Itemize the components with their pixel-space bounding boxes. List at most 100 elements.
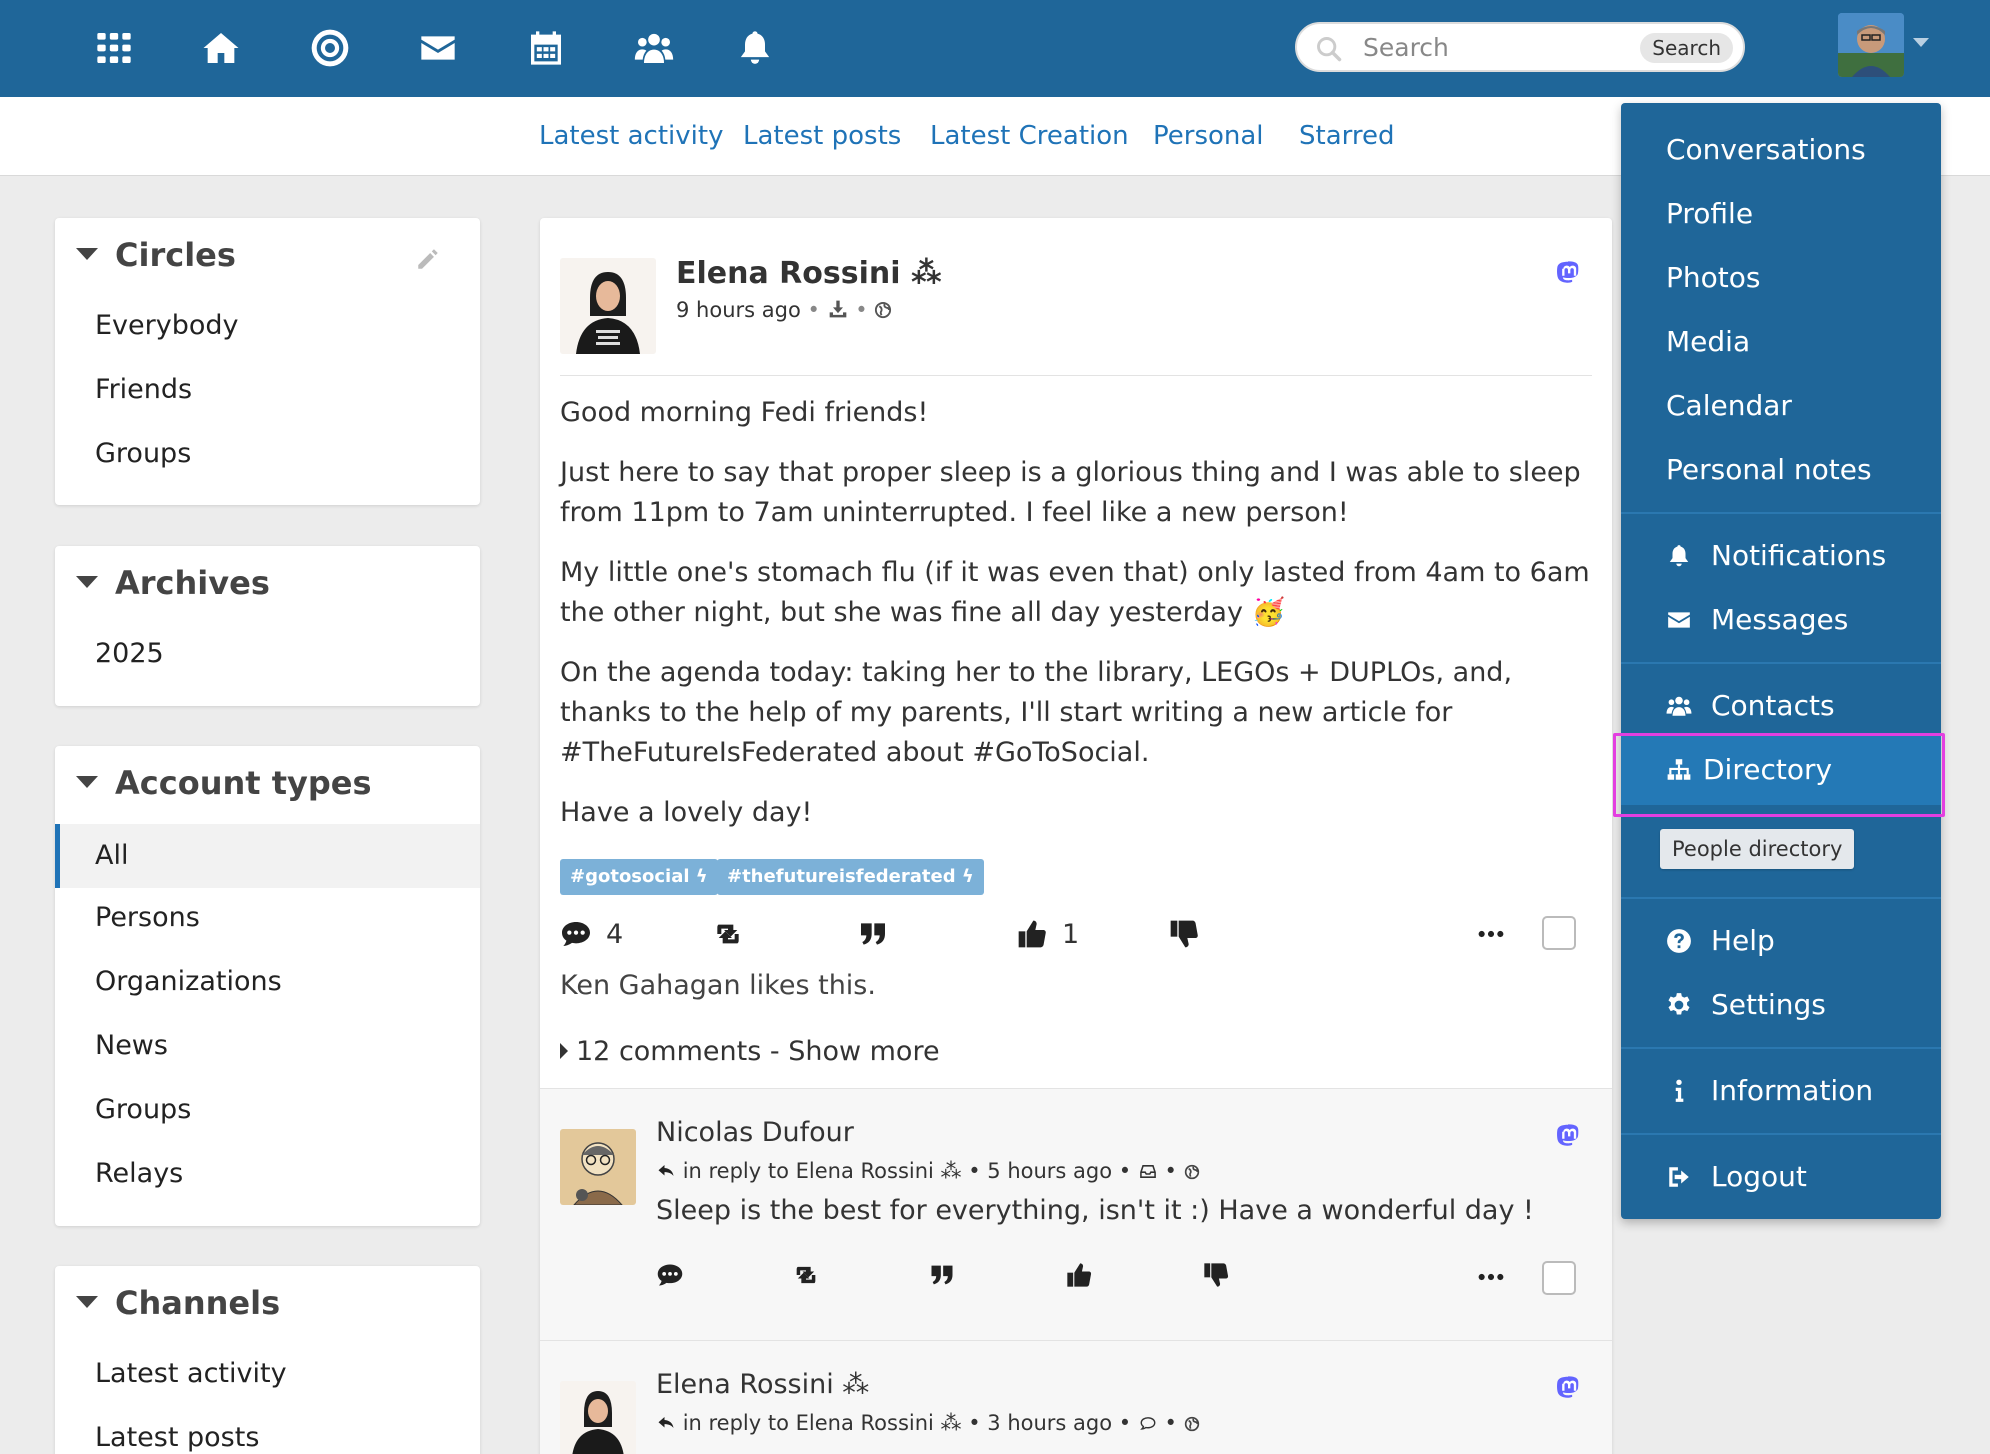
calendar-icon[interactable] bbox=[524, 26, 568, 70]
group-icon[interactable] bbox=[632, 26, 676, 70]
ellipsis-icon bbox=[1478, 1273, 1504, 1281]
bell-icon[interactable] bbox=[733, 26, 777, 70]
bell-icon bbox=[1669, 545, 1689, 567]
menu-item-settings[interactable]: Settings bbox=[1621, 977, 1941, 1033]
menu-item-label: Contacts bbox=[1711, 689, 1835, 722]
user-avatar[interactable] bbox=[1838, 13, 1904, 77]
post-meta: 9 hours ago • • bbox=[676, 298, 892, 322]
circles-item-groups[interactable]: Groups bbox=[55, 426, 480, 482]
caret-down-icon[interactable] bbox=[76, 1296, 98, 1308]
comment-like-button[interactable] bbox=[1065, 1261, 1093, 1289]
tag-gotosocial[interactable]: #gotosocial ϟ bbox=[560, 859, 718, 895]
chevron-down-icon[interactable] bbox=[1913, 38, 1929, 47]
reply-icon bbox=[658, 1165, 674, 1176]
comment-button[interactable]: 4 bbox=[560, 918, 623, 950]
post-time[interactable]: 9 hours ago bbox=[676, 298, 801, 322]
archives-item-2025[interactable]: 2025 bbox=[55, 626, 480, 682]
directory-tooltip: People directory bbox=[1660, 829, 1855, 869]
globe-icon bbox=[1184, 1416, 1199, 1432]
tag-thefutureisfederated[interactable]: #thefutureisfederated ϟ bbox=[717, 859, 984, 895]
account-type-persons[interactable]: Persons bbox=[55, 890, 480, 946]
menu-item-information[interactable]: Information bbox=[1621, 1063, 1941, 1119]
tab-latest-activity[interactable]: Latest activity bbox=[539, 121, 723, 151]
menu-item-notifications[interactable]: Notifications bbox=[1621, 528, 1941, 584]
quote-button[interactable] bbox=[857, 918, 889, 950]
post-author-avatar[interactable] bbox=[560, 258, 656, 354]
menu-item-logout[interactable]: Logout bbox=[1621, 1149, 1941, 1205]
menu-item-conversations[interactable]: Conversations bbox=[1621, 122, 1941, 178]
circles-item-everybody[interactable]: Everybody bbox=[55, 298, 480, 354]
mastodon-icon[interactable] bbox=[1554, 260, 1582, 288]
comment-share-button[interactable] bbox=[792, 1261, 820, 1289]
menu-item-messages[interactable]: Messages bbox=[1621, 592, 1941, 648]
apps-grid-icon[interactable] bbox=[92, 26, 136, 70]
menu-item-media[interactable]: Media bbox=[1621, 314, 1941, 370]
caret-down-icon[interactable] bbox=[76, 776, 98, 788]
channel-latest-activity[interactable]: Latest activity bbox=[55, 1346, 480, 1402]
envelope-icon[interactable] bbox=[416, 26, 460, 70]
menu-item-photos[interactable]: Photos bbox=[1621, 250, 1941, 306]
thumbs-up-icon bbox=[1067, 1263, 1092, 1287]
mastodon-icon[interactable] bbox=[1554, 1375, 1582, 1403]
tab-starred[interactable]: Starred bbox=[1299, 121, 1394, 151]
menu-item-label: Notifications bbox=[1711, 539, 1887, 572]
comment-reply-button[interactable] bbox=[656, 1261, 684, 1289]
archives-header[interactable]: Archives bbox=[55, 546, 480, 616]
comment-dislike-button[interactable] bbox=[1202, 1261, 1230, 1289]
account-type-organizations[interactable]: Organizations bbox=[55, 954, 480, 1010]
tab-personal[interactable]: Personal bbox=[1153, 121, 1264, 151]
channels-header[interactable]: Channels bbox=[55, 1266, 480, 1336]
comment-count: 4 bbox=[606, 918, 624, 950]
top-navbar: Search bbox=[0, 0, 1990, 97]
post-author-name[interactable]: Elena Rossini ⁂ bbox=[676, 256, 942, 291]
select-checkbox[interactable] bbox=[1542, 916, 1576, 950]
tab-latest-posts[interactable]: Latest posts bbox=[743, 121, 901, 151]
account-type-news[interactable]: News bbox=[55, 1018, 480, 1074]
tab-latest-creation[interactable]: Latest Creation bbox=[930, 121, 1129, 151]
channel-latest-posts[interactable]: Latest posts bbox=[55, 1410, 480, 1454]
account-type-relays[interactable]: Relays bbox=[55, 1146, 480, 1202]
meta-separator: • bbox=[855, 298, 875, 322]
reply-to-label[interactable]: in reply to Elena Rossini ⁂ bbox=[683, 1411, 962, 1435]
archives-widget: Archives 2025 bbox=[55, 546, 480, 706]
target-icon[interactable] bbox=[308, 26, 352, 70]
comment-time[interactable]: 5 hours ago bbox=[987, 1159, 1112, 1183]
comment-meta: in reply to Elena Rossini ⁂ • 5 hours ag… bbox=[656, 1159, 1200, 1183]
menu-item-personal-notes[interactable]: Personal notes bbox=[1621, 442, 1941, 498]
like-button[interactable]: 1 bbox=[1016, 918, 1079, 950]
comment-quote-button[interactable] bbox=[928, 1261, 956, 1289]
dislike-button[interactable] bbox=[1168, 918, 1200, 950]
comment-author-name[interactable]: Nicolas Dufour bbox=[656, 1117, 854, 1148]
caret-down-icon[interactable] bbox=[76, 248, 98, 260]
mastodon-icon[interactable] bbox=[1554, 1123, 1582, 1151]
more-options-button[interactable] bbox=[1475, 918, 1507, 950]
user-dropdown-menu: Conversations Profile Photos Media Calen… bbox=[1621, 103, 1941, 1219]
circles-header[interactable]: Circles bbox=[55, 218, 480, 288]
post-body: Good morning Fedi friends! Just here to … bbox=[560, 393, 1600, 853]
comment-select-checkbox[interactable] bbox=[1542, 1261, 1576, 1295]
comment-more-button[interactable] bbox=[1475, 1261, 1507, 1293]
account-type-all[interactable]: All bbox=[55, 824, 480, 888]
show-more-comments[interactable]: 12 comments - Show more bbox=[560, 1036, 940, 1067]
speech-bubble-icon bbox=[1140, 1417, 1156, 1430]
menu-item-label: Messages bbox=[1711, 603, 1849, 636]
comment-author-name[interactable]: Elena Rossini ⁂ bbox=[656, 1369, 869, 1400]
search-input[interactable] bbox=[1363, 32, 1633, 62]
account-type-groups[interactable]: Groups bbox=[55, 1082, 480, 1138]
account-types-header[interactable]: Account types bbox=[55, 746, 480, 816]
menu-item-help[interactable]: Help bbox=[1621, 913, 1941, 969]
menu-item-calendar[interactable]: Calendar bbox=[1621, 378, 1941, 434]
circles-item-friends[interactable]: Friends bbox=[55, 362, 480, 418]
caret-down-icon[interactable] bbox=[76, 576, 98, 588]
comment-author-avatar[interactable] bbox=[560, 1381, 636, 1454]
search-button[interactable]: Search bbox=[1640, 33, 1733, 63]
menu-divider bbox=[1621, 662, 1941, 664]
reply-to-label[interactable]: in reply to Elena Rossini ⁂ bbox=[683, 1159, 962, 1183]
share-button[interactable] bbox=[712, 918, 744, 950]
comment-author-avatar[interactable] bbox=[560, 1129, 636, 1205]
comment-time[interactable]: 3 hours ago bbox=[987, 1411, 1112, 1435]
menu-item-contacts[interactable]: Contacts bbox=[1621, 678, 1941, 734]
menu-item-profile[interactable]: Profile bbox=[1621, 186, 1941, 242]
home-icon[interactable] bbox=[199, 26, 243, 70]
pencil-icon[interactable] bbox=[415, 246, 441, 272]
